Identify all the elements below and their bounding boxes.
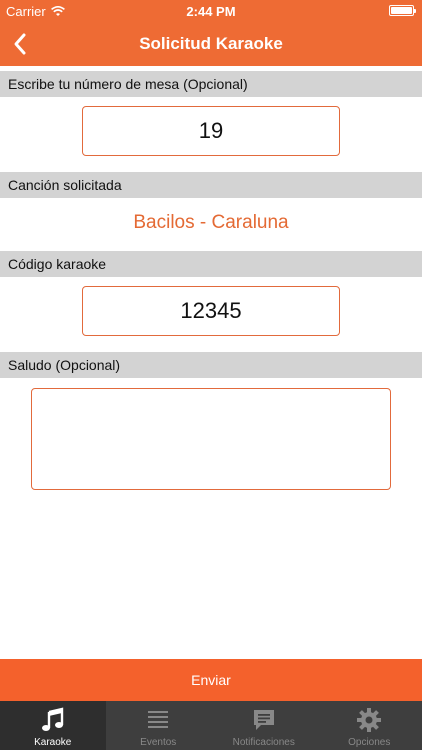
tab-eventos-label: Eventos xyxy=(140,737,177,748)
tab-notificaciones[interactable]: Notificaciones xyxy=(211,701,317,750)
requested-song: Bacilos - Caraluna xyxy=(133,212,289,233)
music-note-icon xyxy=(41,707,63,731)
status-time: 2:44 PM xyxy=(186,4,236,19)
karaoke-code-input[interactable]: 12345 xyxy=(82,286,340,336)
tab-karaoke-label: Karaoke xyxy=(34,737,72,748)
karaoke-code-header: Código karaoke xyxy=(0,251,422,277)
tab-notificaciones-label: Notificaciones xyxy=(232,737,295,748)
send-button[interactable]: Enviar xyxy=(0,659,422,701)
top-bar: Carrier 2:44 PM Solicitud Karaoke xyxy=(0,0,422,66)
table-number-input[interactable]: 19 xyxy=(82,106,340,156)
greeting-header: Saludo (Opcional) xyxy=(0,352,422,378)
greeting-textarea[interactable] xyxy=(31,388,391,490)
tab-bar: Karaoke Eventos Notificaciones Opciones xyxy=(0,701,422,750)
tab-opciones[interactable]: Opciones xyxy=(317,701,422,750)
gear-icon xyxy=(357,708,382,732)
list-icon xyxy=(148,711,169,728)
battery-icon xyxy=(389,5,416,16)
table-number-header: Escribe tu número de mesa (Opcional) xyxy=(0,71,422,97)
tab-eventos[interactable]: Eventos xyxy=(106,701,212,750)
page-title: Solicitud Karaoke xyxy=(139,34,283,53)
status-bar: Carrier 2:44 PM xyxy=(0,0,422,22)
song-header: Canción solicitada xyxy=(0,172,422,198)
navigation-bar: Solicitud Karaoke xyxy=(0,22,422,66)
tab-karaoke[interactable]: Karaoke xyxy=(0,701,106,750)
tab-opciones-label: Opciones xyxy=(348,737,391,748)
chat-bubble-icon xyxy=(253,710,274,730)
